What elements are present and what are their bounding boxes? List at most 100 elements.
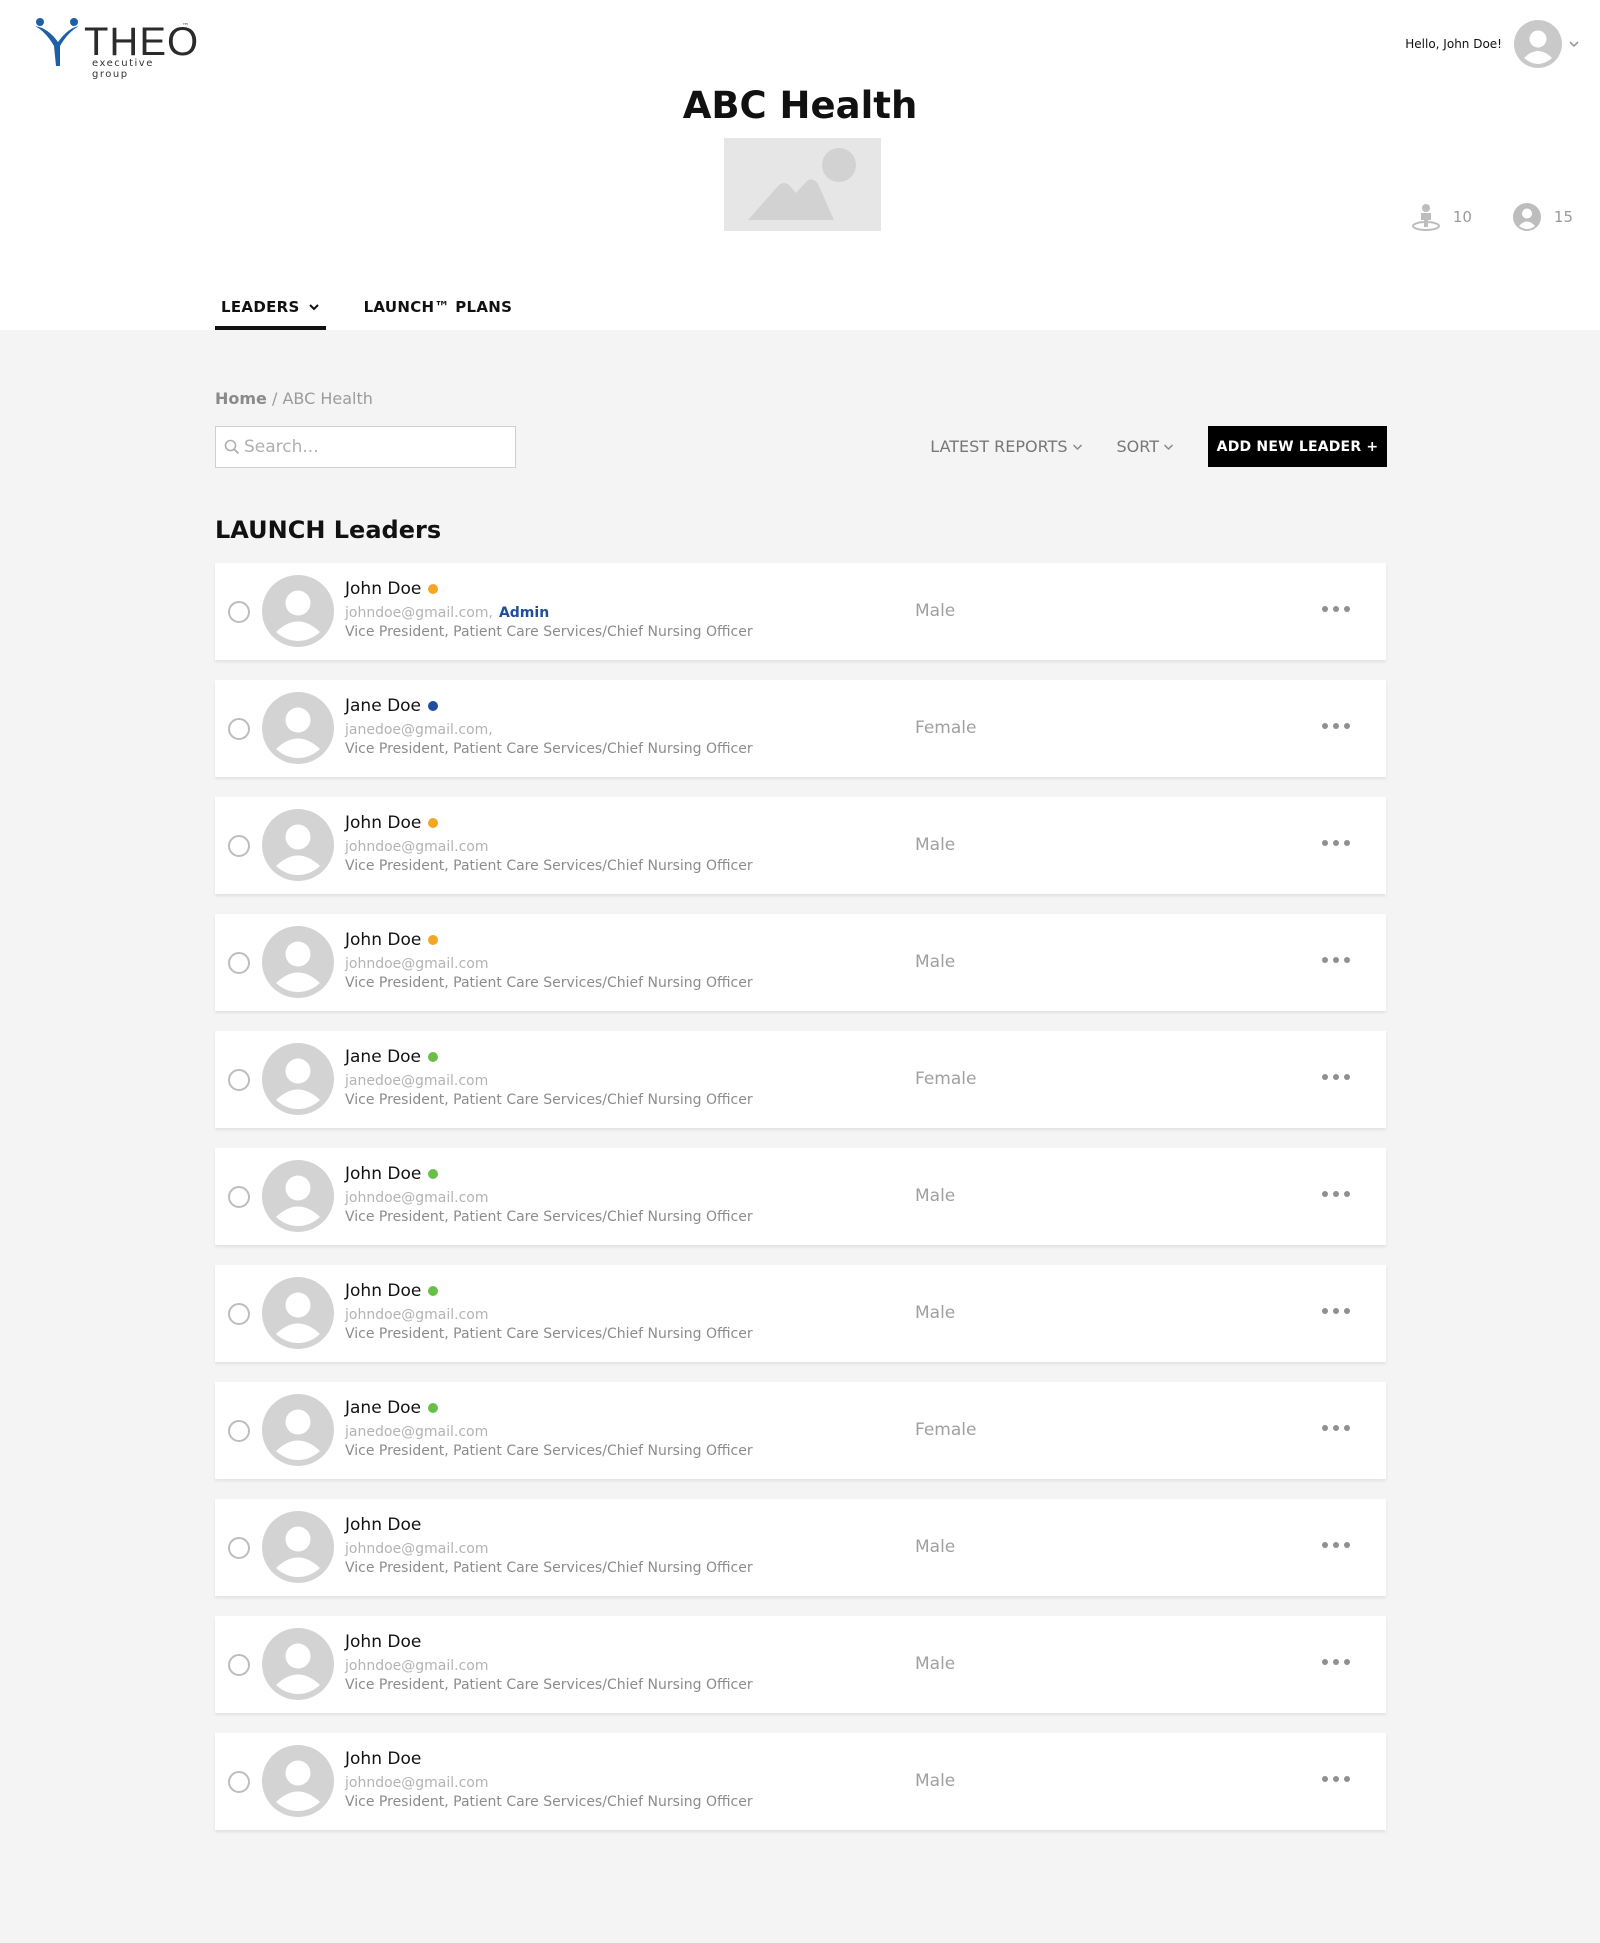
leader-name-line: John Doe: [345, 1281, 439, 1301]
chevron-down-icon: [1163, 443, 1174, 450]
leader-name-line: John Doe: [345, 930, 439, 950]
leader-row[interactable]: John Doe johndoe@gmail.com, Admin Vice Pres…: [215, 563, 1386, 660]
more-options-icon[interactable]: [1322, 1767, 1350, 1791]
leader-name[interactable]: Jane Doe: [345, 696, 421, 716]
search-box[interactable]: [215, 426, 516, 468]
leader-email-line: janedoe@gmail.com: [345, 1424, 488, 1440]
leader-email: johndoe@gmail.com: [345, 1307, 489, 1323]
leader-name-line: John Doe: [345, 1749, 421, 1769]
leader-row[interactable]: John Doe johndoe@gmail.com Vice President,…: [215, 1733, 1386, 1830]
leader-row[interactable]: John Doe johndoe@gmail.com Vice President,…: [215, 797, 1386, 894]
breadcrumb-home[interactable]: Home: [215, 389, 267, 408]
user-avatar-icon: [262, 1277, 334, 1349]
leader-email: johndoe@gmail.com: [345, 1775, 489, 1791]
tab-leaders-label: LEADERS: [221, 298, 300, 316]
list-toolbar: LATEST REPORTS SORT ADD NEW LEADER +: [930, 426, 1387, 467]
more-options-icon[interactable]: [1322, 831, 1350, 855]
more-options-icon[interactable]: [1322, 1416, 1350, 1440]
status-dot: [428, 701, 439, 711]
row-select-radio[interactable]: [228, 1303, 250, 1325]
latest-reports-label: LATEST REPORTS: [930, 437, 1068, 456]
tab-launch-plans[interactable]: LAUNCH™ PLANS: [358, 294, 519, 330]
theo-logo[interactable]: THEO ™ executive group: [32, 16, 198, 80]
leader-title: Vice President, Patient Care Services/Ch…: [345, 1794, 753, 1810]
breadcrumb-current: ABC Health: [282, 389, 373, 408]
leader-name[interactable]: John Doe: [345, 813, 421, 833]
leader-email-line: johndoe@gmail.com: [345, 956, 489, 972]
row-select-radio[interactable]: [228, 718, 250, 740]
user-greeting: Hello, John Doe!: [1405, 37, 1502, 51]
more-options-icon[interactable]: [1322, 597, 1350, 621]
row-select-radio[interactable]: [228, 1537, 250, 1559]
more-options-icon[interactable]: [1322, 1533, 1350, 1557]
leader-name-line: John Doe: [345, 579, 439, 599]
chevron-down-icon[interactable]: [1568, 40, 1580, 48]
row-select-radio[interactable]: [228, 835, 250, 857]
leader-title: Vice President, Patient Care Services/Ch…: [345, 1560, 753, 1576]
leader-row[interactable]: John Doe johndoe@gmail.com Vice President,…: [215, 1148, 1386, 1245]
logo-tagline: executive group: [92, 58, 154, 80]
search-input[interactable]: [244, 437, 504, 457]
leader-name-line: John Doe: [345, 813, 439, 833]
leader-name[interactable]: Jane Doe: [345, 1047, 421, 1067]
admin-badge: Admin: [498, 605, 550, 621]
leader-email: johndoe@gmail.com: [345, 1541, 489, 1557]
row-select-radio[interactable]: [228, 1069, 250, 1091]
leader-gender: Male: [915, 952, 956, 972]
leader-row[interactable]: John Doe johndoe@gmail.com Vice President,…: [215, 1499, 1386, 1596]
logo-trademark: ™: [182, 22, 189, 30]
leader-title: Vice President, Patient Care Services/Ch…: [345, 1209, 753, 1225]
more-options-icon[interactable]: [1322, 1650, 1350, 1674]
leader-email-line: janedoe@gmail.com: [345, 1073, 488, 1089]
more-options-icon[interactable]: [1322, 1299, 1350, 1323]
row-select-radio[interactable]: [228, 1420, 250, 1442]
user-avatar-icon[interactable]: [1514, 20, 1562, 68]
more-options-icon[interactable]: [1322, 1065, 1350, 1089]
status-dot: [428, 1169, 439, 1179]
more-options-icon[interactable]: [1322, 714, 1350, 738]
leader-name[interactable]: John Doe: [345, 1632, 421, 1652]
leader-email-line: johndoe@gmail.com: [345, 1658, 489, 1674]
user-menu[interactable]: Hello, John Doe!: [1405, 20, 1580, 68]
leader-name[interactable]: John Doe: [345, 1281, 421, 1301]
leader-name[interactable]: John Doe: [345, 1164, 421, 1184]
leader-email-line: janedoe@gmail.com,: [345, 722, 493, 738]
row-select-radio[interactable]: [228, 1654, 250, 1676]
leader-name[interactable]: John Doe: [345, 1515, 421, 1535]
row-select-radio[interactable]: [228, 601, 250, 623]
leader-row[interactable]: John Doe johndoe@gmail.com Vice President,…: [215, 914, 1386, 1011]
tab-leaders[interactable]: LEADERS: [215, 294, 326, 330]
leader-row[interactable]: John Doe johndoe@gmail.com Vice President,…: [215, 1265, 1386, 1362]
user-avatar-icon: [262, 1160, 334, 1232]
more-options-icon[interactable]: [1322, 1182, 1350, 1206]
row-select-radio[interactable]: [228, 1771, 250, 1793]
leader-title: Vice President, Patient Care Services/Ch…: [345, 858, 753, 874]
leader-name[interactable]: John Doe: [345, 930, 421, 950]
row-select-radio[interactable]: [228, 952, 250, 974]
leader-name[interactable]: John Doe: [345, 579, 421, 599]
leader-name[interactable]: John Doe: [345, 1749, 421, 1769]
leader-title: Vice President, Patient Care Services/Ch…: [345, 1326, 753, 1342]
more-options-icon[interactable]: [1322, 948, 1350, 972]
theo-logo-mark-icon: [35, 18, 79, 66]
leader-gender: Male: [915, 1186, 956, 1206]
latest-reports-dropdown[interactable]: LATEST REPORTS: [930, 437, 1082, 456]
leader-name[interactable]: Jane Doe: [345, 1398, 421, 1418]
sort-dropdown[interactable]: SORT: [1117, 437, 1174, 456]
leader-row[interactable]: Jane Doe janedoe@gmail.com Vice President,…: [215, 1382, 1386, 1479]
breadcrumb: Home / ABC Health: [215, 389, 373, 408]
status-dot: [428, 1286, 439, 1296]
leader-name-line: Jane Doe: [345, 1047, 439, 1067]
leader-name-line: Jane Doe: [345, 696, 439, 716]
user-avatar-icon: [262, 575, 334, 647]
leader-title: Vice President, Patient Care Services/Ch…: [345, 1092, 753, 1108]
leader-row[interactable]: Jane Doe janedoe@gmail.com, Vice President…: [215, 680, 1386, 777]
tab-launch-plans-label: LAUNCH™ PLANS: [363, 298, 513, 316]
leader-email: johndoe@gmail.com: [345, 956, 489, 972]
leader-row[interactable]: John Doe johndoe@gmail.com Vice President,…: [215, 1616, 1386, 1713]
leader-email: johndoe@gmail.com,: [345, 605, 493, 621]
chevron-down-icon: [308, 304, 319, 311]
add-new-leader-button[interactable]: ADD NEW LEADER +: [1208, 426, 1387, 467]
leader-row[interactable]: Jane Doe janedoe@gmail.com Vice President,…: [215, 1031, 1386, 1128]
row-select-radio[interactable]: [228, 1186, 250, 1208]
